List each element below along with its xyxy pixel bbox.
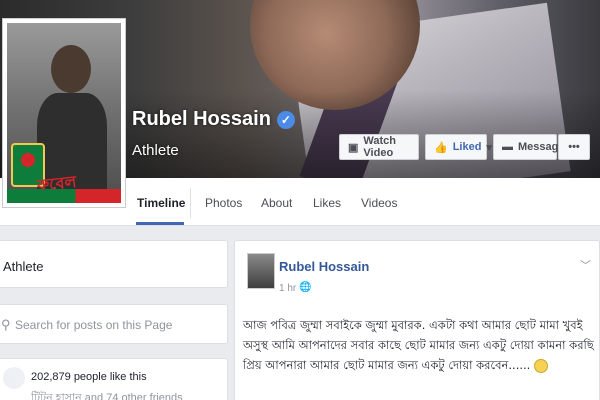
tab-divider [190,188,191,218]
page-category[interactable]: Athlete [132,142,179,159]
video-icon: ▣ [348,141,359,154]
liked-button[interactable]: 👍 Liked ▾ [425,134,492,160]
search-input[interactable]: Search for posts on this Page [15,318,172,332]
watch-video-label: Watch Video [363,135,396,159]
globe-icon: 🌐 [299,282,312,293]
active-tab-indicator [136,222,184,225]
chevron-down-icon: ▾ [486,141,492,154]
avatar[interactable] [247,253,275,289]
post-body: আজ পবিত্র জুম্মা সবাইকে জুম্মা মুবারক. এ… [243,315,595,375]
message-button[interactable]: ▬ Message [493,134,564,160]
about-category-text[interactable]: Athlete [3,259,43,274]
profile-photo-head [51,45,91,93]
likes-card: 202,879 people like this টিটন হাসান and … [0,358,228,400]
likes-count[interactable]: 202,879 people like this [31,371,147,383]
thumbs-up-icon: 👍 [434,141,448,154]
liked-label: Liked [452,141,482,153]
tab-timeline[interactable]: Timeline [137,196,185,210]
more-options-button[interactable]: ••• [558,134,590,160]
page-title: Rubel Hossain ✓ [132,108,295,131]
verified-badge-icon: ✓ [276,110,295,129]
profile-photo: রুবেল [7,23,121,203]
tab-videos[interactable]: Videos [361,196,397,210]
watch-video-button[interactable]: ▣ Watch Video [339,134,419,160]
message-icon: ▬ [502,141,513,153]
tab-about[interactable]: About [261,196,292,210]
logo-inner [21,153,35,167]
sad-face-icon [533,358,548,373]
flag-stripe [7,189,121,203]
profile-picture[interactable]: রুবেল [2,18,126,208]
page-post-search[interactable]: ⚲ Search for posts on this Page [0,304,228,344]
chevron-down-icon[interactable]: ﹀ [580,257,591,273]
page-name[interactable]: Rubel Hossain [132,108,271,131]
post-card: Rubel Hossain 1 hr 🌐 ﹀ আজ পবিত্র জুম্মা … [234,240,600,400]
about-card: Athlete [0,240,228,288]
friends-who-like[interactable]: টিটন হাসান and 74 other friends [31,389,183,400]
tab-photos[interactable]: Photos [205,196,242,210]
more-icon: ••• [568,141,580,153]
tab-likes[interactable]: Likes [313,196,341,210]
post-timestamp[interactable]: 1 hr [279,283,296,294]
post-author[interactable]: Rubel Hossain [279,259,369,274]
search-icon: ⚲ [1,317,11,332]
people-icon [3,367,25,389]
